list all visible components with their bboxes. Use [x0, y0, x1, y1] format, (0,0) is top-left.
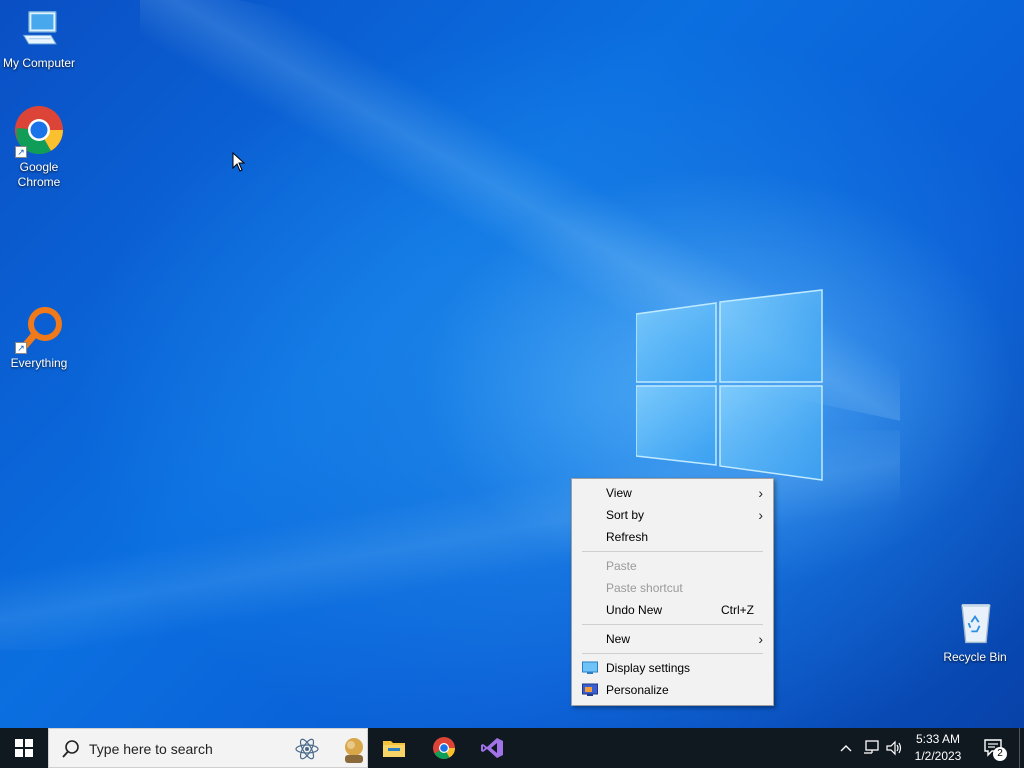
desktop-icon-label: My Computer [2, 56, 76, 70]
search-placeholder: Type here to search [89, 741, 213, 757]
desktop-icon-label: Everything [10, 356, 68, 370]
menu-item-personalize[interactable]: Personalize [572, 679, 773, 701]
show-desktop-button[interactable] [1019, 728, 1024, 768]
search-highlight-icon [345, 738, 363, 763]
menu-item-label: Sort by [606, 508, 645, 522]
action-center-button[interactable]: 2 [978, 728, 1024, 768]
clock-date: 1/2/2023 [914, 749, 962, 763]
display-settings-icon [582, 661, 598, 674]
taskbar-app-google-chrome[interactable] [420, 728, 468, 768]
atom-icon [295, 738, 319, 760]
windows-logo-wallpaper [636, 289, 823, 481]
menu-item-label: Paste shortcut [606, 581, 683, 595]
desktop-icon-label: Recycle Bin [943, 650, 1007, 664]
mouse-cursor-icon [232, 152, 246, 172]
menu-separator [582, 551, 763, 552]
chrome-icon [433, 737, 455, 759]
personalize-icon [582, 683, 598, 696]
menu-separator [582, 653, 763, 654]
search-icon [62, 740, 79, 758]
menu-item-label: Personalize [606, 683, 669, 697]
desktop-icon-my-computer[interactable]: My Computer [0, 10, 78, 71]
start-button[interactable] [0, 728, 48, 768]
desktop-context-menu: View › Sort by › Refresh Paste Paste sho… [571, 478, 774, 706]
notification-count-badge: 2 [993, 747, 1007, 761]
desktop[interactable]: My Computer ↗ Google Chrome ↗ Everything [0, 0, 1024, 728]
clock-time: 5:33 AM [915, 732, 961, 746]
menu-item-sort-by[interactable]: Sort by › [572, 504, 773, 526]
menu-item-label: View [606, 486, 632, 500]
desktop-icon-label: Google Chrome [17, 160, 61, 189]
recycle-bin-icon [961, 604, 991, 644]
menu-item-label: Undo New [606, 603, 663, 617]
menu-item-label: Refresh [606, 530, 649, 544]
menu-item-refresh[interactable]: Refresh [572, 526, 773, 548]
taskbar-search-box[interactable]: Type here to search [48, 728, 368, 768]
show-hidden-icons-chevron-up-icon[interactable] [838, 740, 854, 756]
shortcut-arrow-icon: ↗ [15, 342, 27, 354]
folder-icon [383, 741, 405, 757]
menu-item-label: Display settings [606, 661, 691, 675]
menu-item-paste-shortcut: Paste shortcut [572, 577, 773, 599]
network-icon[interactable] [862, 739, 880, 757]
menu-item-label: Paste [606, 559, 637, 573]
menu-separator [582, 624, 763, 625]
chevron-right-icon: › [758, 507, 763, 523]
volume-icon[interactable] [885, 739, 903, 757]
desktop-icon-google-chrome[interactable]: ↗ Google Chrome [0, 106, 78, 190]
chevron-right-icon: › [758, 631, 763, 647]
desktop-icon-everything[interactable]: ↗ Everything [0, 304, 78, 371]
taskbar-app-visual-studio[interactable] [468, 728, 516, 768]
menu-item-view[interactable]: View › [572, 482, 773, 504]
taskbar: Type here to search 5:33 AM 1/2/2023 2 [0, 728, 1024, 768]
visual-studio-icon [481, 738, 503, 758]
magnifier-app-icon: ↗ [13, 304, 65, 354]
chrome-icon: ↗ [13, 106, 65, 158]
menu-item-label: New [606, 632, 631, 646]
taskbar-app-file-explorer[interactable] [370, 728, 418, 768]
windows-start-icon [15, 739, 33, 757]
taskbar-clock[interactable]: 5:33 AM 1/2/2023 [906, 731, 970, 765]
computer-icon [22, 11, 57, 45]
menu-item-display-settings[interactable]: Display settings [572, 657, 773, 679]
menu-item-new[interactable]: New › [572, 628, 773, 650]
keyboard-shortcut: Ctrl+Z [721, 603, 754, 617]
chevron-right-icon: › [758, 485, 763, 501]
shortcut-arrow-icon: ↗ [15, 146, 27, 158]
menu-item-undo-new[interactable]: Undo New Ctrl+Z [572, 599, 773, 621]
desktop-icon-recycle-bin[interactable]: Recycle Bin [936, 600, 1014, 665]
menu-item-paste: Paste [572, 555, 773, 577]
